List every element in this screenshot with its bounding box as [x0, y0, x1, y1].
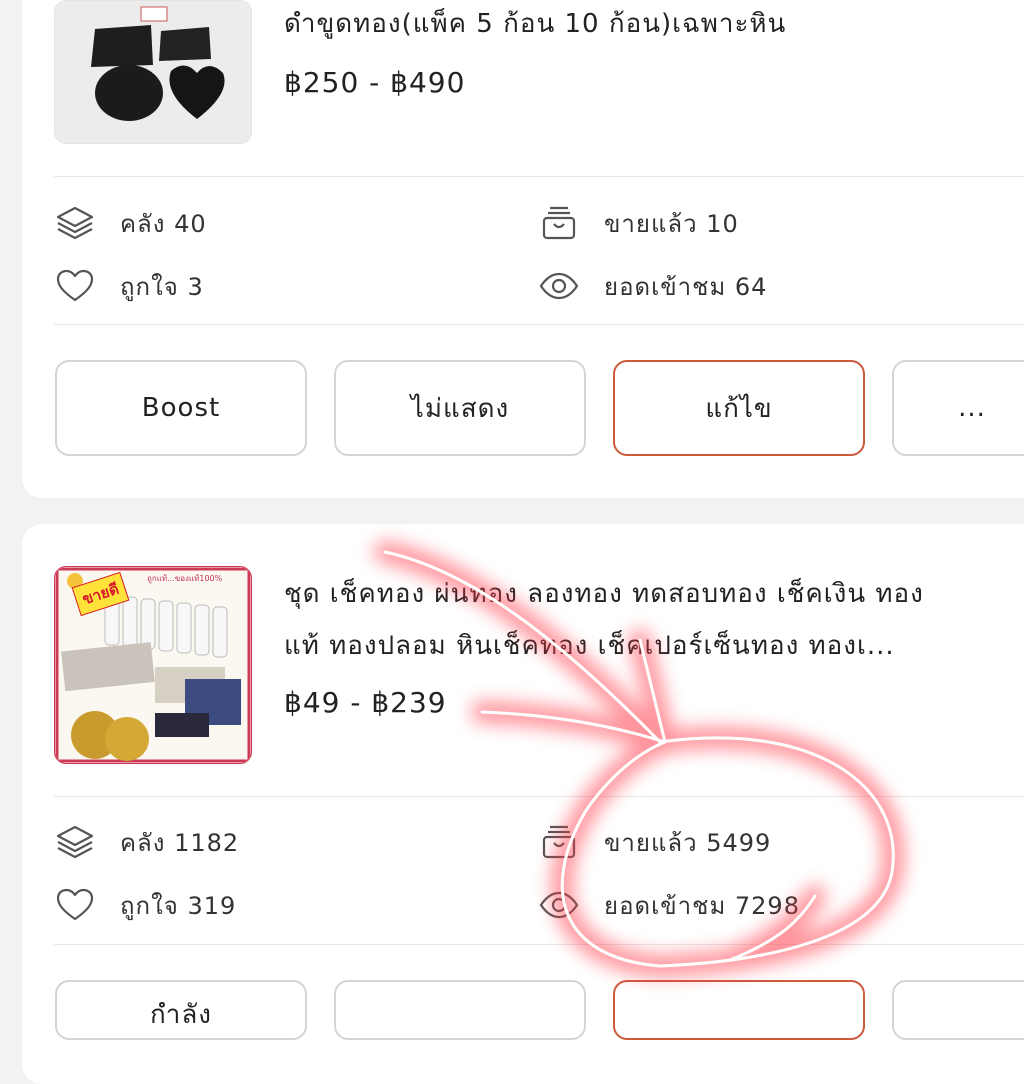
product-1-stock: คลัง 40 [54, 202, 207, 244]
product-1-image [55, 1, 251, 143]
sold-label: ขายแล้ว 10 [604, 209, 739, 238]
divider [54, 176, 1024, 177]
product-2-first-button-label: กำลัง [150, 1000, 212, 1030]
product-2-more-button[interactable] [892, 980, 1024, 1040]
sold-box-icon [542, 206, 576, 240]
edit-button[interactable]: แก้ไข [613, 360, 865, 456]
views-label: ยอดเข้าชม 7298 [604, 891, 800, 920]
more-button[interactable]: ... [892, 360, 1024, 456]
eye-icon [539, 891, 579, 919]
product-1-likes: ถูกใจ 3 [54, 265, 204, 307]
product-2-second-button[interactable] [334, 980, 586, 1040]
layers-icon [56, 825, 94, 859]
product-2-views: ยอดเข้าชม 7298 [538, 884, 800, 926]
product-1-price: ฿250 - ฿490 [284, 66, 466, 99]
product-1-thumbnail[interactable] [54, 0, 252, 144]
product-2-likes: ถูกใจ 319 [54, 884, 236, 926]
boost-button[interactable]: Boost [55, 360, 307, 456]
layers-icon [56, 206, 94, 240]
views-label: ยอดเข้าชม 64 [604, 272, 768, 301]
divider [54, 324, 1024, 325]
sold-label: ขายแล้ว 5499 [604, 828, 772, 857]
product-2-edit-button[interactable] [613, 980, 865, 1040]
product-2-price: ฿49 - ฿239 [284, 686, 447, 719]
product-2-title-line2[interactable]: แท้ ทองปลอม หินเช็คทอง เช็คเปอร์เซ็นทอง … [284, 624, 895, 668]
product-2-sold: ขายแล้ว 5499 [538, 821, 771, 863]
stock-label: คลัง 40 [120, 209, 207, 238]
divider [54, 796, 1024, 797]
product-1-title[interactable]: ดำขูดทอง(แพ็ค 5 ก้อน 10 ก้อน)เฉพาะหิน [284, 2, 786, 46]
likes-label: ถูกใจ 319 [120, 891, 237, 920]
product-1-views: ยอดเข้าชม 64 [538, 265, 767, 307]
product-2-title-line1[interactable]: ชุด เช็คทอง ผ่นทอง ลองทอง ทดสอบทอง เช็คเ… [284, 572, 924, 616]
product-1-sold: ขายแล้ว 10 [538, 202, 739, 244]
stock-label: คลัง 1182 [120, 828, 240, 857]
product-2-thumbnail[interactable]: ถูกแท้...ของแท้100% ขายดี [54, 566, 252, 764]
product-2-first-button[interactable]: กำลัง [55, 980, 307, 1040]
sold-box-icon [542, 825, 576, 859]
heart-icon [56, 269, 94, 302]
product-2-thumb-text: ถูกแท้...ของแท้100% [147, 574, 223, 584]
hide-button[interactable]: ไม่แสดง [334, 360, 586, 456]
likes-label: ถูกใจ 3 [120, 272, 204, 301]
divider [54, 944, 1024, 945]
eye-icon [539, 272, 579, 300]
product-2-stock: คลัง 1182 [54, 821, 239, 863]
heart-icon [56, 888, 94, 921]
